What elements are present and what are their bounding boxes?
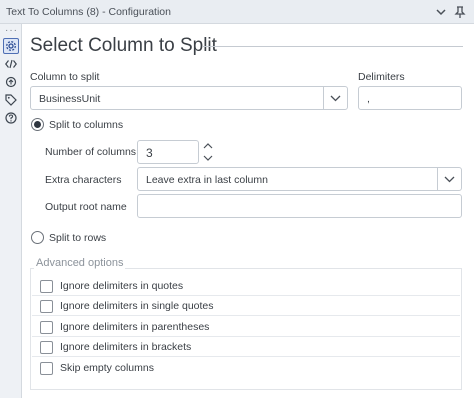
number-of-columns-label: Number of columns bbox=[45, 146, 137, 158]
option-row[interactable]: Ignore delimiters in single quotes bbox=[32, 297, 460, 316]
refresh-icon[interactable] bbox=[3, 74, 19, 90]
option-label: Ignore delimiters in parentheses bbox=[60, 321, 210, 333]
checkbox[interactable] bbox=[40, 341, 53, 354]
option-row[interactable]: Ignore delimiters in brackets bbox=[32, 338, 460, 357]
option-label: Ignore delimiters in single quotes bbox=[60, 300, 214, 312]
split-to-columns-radio[interactable] bbox=[31, 118, 44, 131]
delimiters-input[interactable]: , bbox=[358, 86, 462, 110]
extra-characters-value: Leave extra in last column bbox=[146, 174, 268, 186]
option-row[interactable]: Ignore delimiters in parentheses bbox=[32, 318, 460, 337]
column-to-split-select[interactable]: BusinessUnit bbox=[30, 86, 348, 110]
column-to-split-value: BusinessUnit bbox=[39, 93, 101, 105]
more-icon[interactable]: ··· bbox=[5, 25, 18, 36]
decrement-icon[interactable] bbox=[199, 152, 217, 163]
option-row[interactable]: Skip empty columns bbox=[32, 359, 460, 378]
gear-icon[interactable] bbox=[3, 38, 19, 54]
help-icon[interactable] bbox=[3, 110, 19, 126]
side-rail: ··· bbox=[0, 24, 22, 398]
option-row[interactable]: Ignore delimiters in quotes bbox=[32, 277, 460, 296]
number-of-columns-value: 3 bbox=[146, 146, 153, 160]
window-titlebar: Text To Columns (8) - Configuration bbox=[0, 0, 474, 24]
option-label: Ignore delimiters in quotes bbox=[60, 280, 184, 292]
chevron-down-icon[interactable] bbox=[437, 168, 461, 190]
page-title: Select Column to Split bbox=[30, 35, 217, 56]
advanced-options-title: Advanced options bbox=[34, 257, 126, 269]
number-of-columns-input[interactable]: 3 bbox=[137, 140, 199, 164]
code-icon[interactable] bbox=[3, 56, 19, 72]
chevron-down-icon[interactable] bbox=[433, 4, 449, 20]
column-to-split-label: Column to split bbox=[30, 71, 100, 83]
extra-characters-select[interactable]: Leave extra in last column bbox=[137, 167, 462, 191]
output-root-name-label: Output root name bbox=[45, 201, 127, 213]
split-to-columns-label: Split to columns bbox=[49, 119, 124, 131]
pin-icon[interactable] bbox=[452, 4, 468, 20]
checkbox[interactable] bbox=[40, 362, 53, 375]
checkbox[interactable] bbox=[40, 300, 53, 313]
increment-icon[interactable] bbox=[199, 140, 217, 151]
checkbox[interactable] bbox=[40, 321, 53, 334]
delimiters-value: , bbox=[367, 93, 370, 105]
split-to-rows-radio[interactable] bbox=[31, 231, 44, 244]
chevron-down-icon[interactable] bbox=[323, 87, 347, 109]
checkbox[interactable] bbox=[40, 280, 53, 293]
tag-icon[interactable] bbox=[3, 92, 19, 108]
delimiters-label: Delimiters bbox=[358, 71, 405, 83]
extra-characters-label: Extra characters bbox=[45, 174, 122, 186]
option-label: Skip empty columns bbox=[60, 362, 154, 374]
window-title: Text To Columns (8) - Configuration bbox=[6, 6, 171, 18]
heading-divider bbox=[203, 46, 463, 47]
option-label: Ignore delimiters in brackets bbox=[60, 341, 192, 353]
output-root-name-input[interactable] bbox=[137, 194, 462, 218]
split-to-rows-label: Split to rows bbox=[49, 232, 107, 244]
